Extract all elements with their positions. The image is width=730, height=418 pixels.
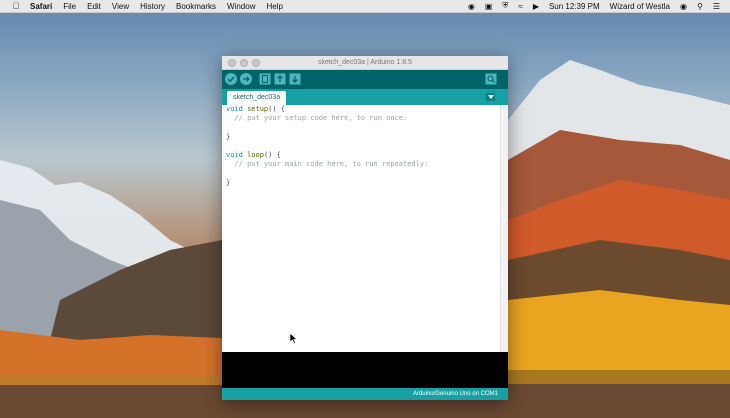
serial-monitor-icon: [485, 73, 497, 85]
menu-edit[interactable]: Edit: [87, 2, 101, 11]
menu-view[interactable]: View: [112, 2, 129, 11]
code-editor[interactable]: void setup() { // put your setup code he…: [222, 105, 501, 384]
window-title: sketch_dec03a | Arduino 1.8.5: [317, 59, 413, 66]
menu-history[interactable]: History: [140, 2, 165, 11]
toolbar: [222, 70, 508, 89]
open-icon: [274, 73, 286, 85]
user-name[interactable]: Wizard of Westla: [610, 2, 670, 11]
verify-button[interactable]: [225, 73, 237, 85]
menu-bar:  Safari File Edit View History Bookmark…: [0, 0, 730, 13]
screen-icon[interactable]: ▣: [485, 2, 493, 11]
upload-icon: [240, 73, 252, 85]
status-footer: Arduino/Genuino Uno on COM1: [222, 388, 508, 400]
menu-window[interactable]: Window: [227, 2, 255, 11]
editor-scrollbar[interactable]: [500, 105, 508, 384]
traffic-lights: [228, 59, 264, 67]
siri-icon[interactable]: ◉: [680, 2, 687, 11]
save-button[interactable]: [289, 73, 301, 85]
mouse-cursor-icon: [290, 333, 298, 344]
menu-bookmarks[interactable]: Bookmarks: [176, 2, 216, 11]
tab-sketch[interactable]: sketch_dec03a: [227, 91, 287, 105]
board-status: Arduino/Genuino Uno on COM1: [412, 391, 498, 397]
apple-icon[interactable]: : [11, 1, 21, 11]
menu-app-name[interactable]: Safari: [30, 2, 52, 11]
code-line: // put your setup code here, to run once…: [226, 114, 408, 123]
save-icon: [289, 73, 301, 85]
verify-icon: [225, 73, 237, 85]
tab-bar: sketch_dec03a: [222, 89, 508, 105]
window-titlebar[interactable]: sketch_dec03a | Arduino 1.8.5: [222, 56, 508, 70]
minimize-icon[interactable]: [240, 59, 248, 67]
new-icon: [259, 73, 271, 85]
wifi-icon[interactable]: ≈: [518, 2, 522, 11]
code-line: // put your main code here, to run repea…: [226, 160, 429, 169]
menu-help[interactable]: Help: [266, 2, 282, 11]
menu-file[interactable]: File: [63, 2, 76, 11]
tab-menu-icon: [487, 95, 494, 99]
clock[interactable]: Sun 12:39 PM: [549, 2, 600, 11]
upload-button[interactable]: [240, 73, 252, 85]
search-icon[interactable]: ⚲: [697, 2, 703, 11]
notification-icon[interactable]: ☰: [713, 2, 720, 11]
new-button[interactable]: [259, 73, 271, 85]
serial-monitor-button[interactable]: [485, 73, 497, 85]
record-icon[interactable]: ◉: [468, 2, 475, 11]
code-line: }: [226, 132, 231, 141]
code-line: void setup() {: [226, 105, 286, 113]
tab-menu-button[interactable]: [486, 93, 495, 101]
close-icon[interactable]: [228, 59, 236, 67]
console-output[interactable]: [222, 352, 508, 388]
code-line: }: [226, 178, 231, 187]
open-button[interactable]: [274, 73, 286, 85]
zoom-icon[interactable]: [252, 59, 260, 67]
shield-icon[interactable]: ⛨: [502, 1, 508, 11]
volume-icon[interactable]: ▶: [533, 2, 539, 11]
arduino-window: sketch_dec03a | Arduino 1.8.5 sketch_dec…: [222, 56, 508, 400]
code-line: void loop() {: [226, 150, 281, 159]
